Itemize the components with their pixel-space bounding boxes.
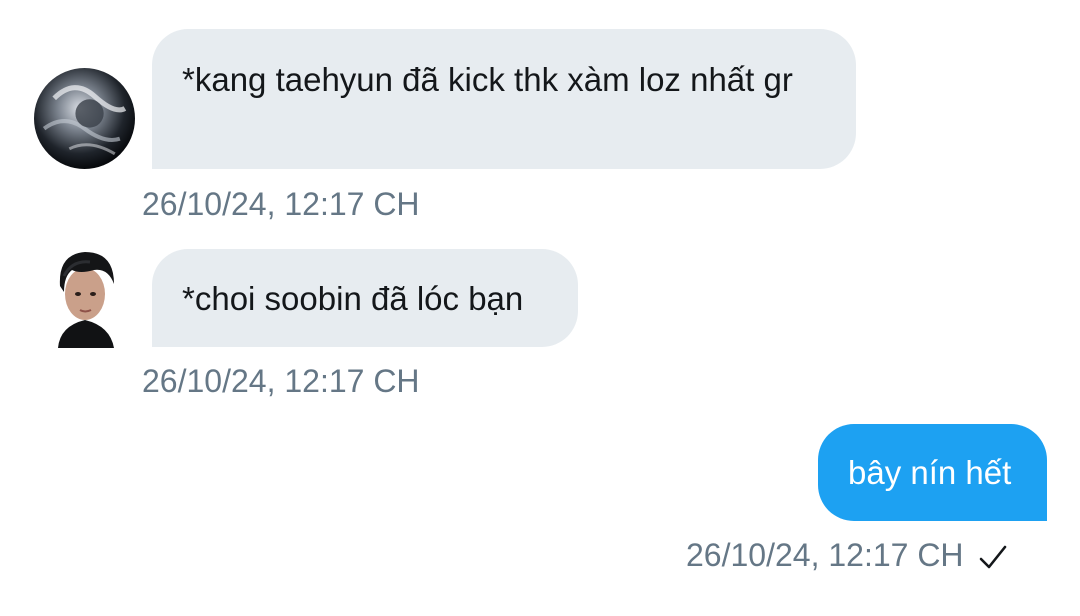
message-timestamp: 26/10/24, 12:17 CH (142, 186, 420, 222)
sender-avatar[interactable] (50, 246, 120, 348)
user-avatar-portrait-icon (50, 246, 120, 348)
message-text: *kang taehyun đã kick thk xàm loz nhất g… (182, 61, 793, 98)
message-bubble[interactable]: bây nín hết (818, 424, 1047, 521)
message-timestamp: 26/10/24, 12:17 CH (142, 363, 420, 399)
message-bubble[interactable]: *kang taehyun đã kick thk xàm loz nhất g… (152, 29, 856, 169)
user-avatar-dark-smoke-icon (34, 68, 135, 169)
message-timestamp-row: 26/10/24, 12:17 CH (686, 535, 1008, 575)
check-icon (979, 545, 1006, 568)
message-text: *choi soobin đã lóc bạn (182, 280, 524, 317)
sender-avatar[interactable] (34, 68, 135, 169)
message-bubble[interactable]: *choi soobin đã lóc bạn (152, 249, 578, 347)
message-text: bây nín hết (848, 454, 1012, 491)
message-thread: *kang taehyun đã kick thk xàm loz nhất g… (0, 0, 1080, 616)
message-timestamp: 26/10/24, 12:17 CH (686, 537, 964, 573)
